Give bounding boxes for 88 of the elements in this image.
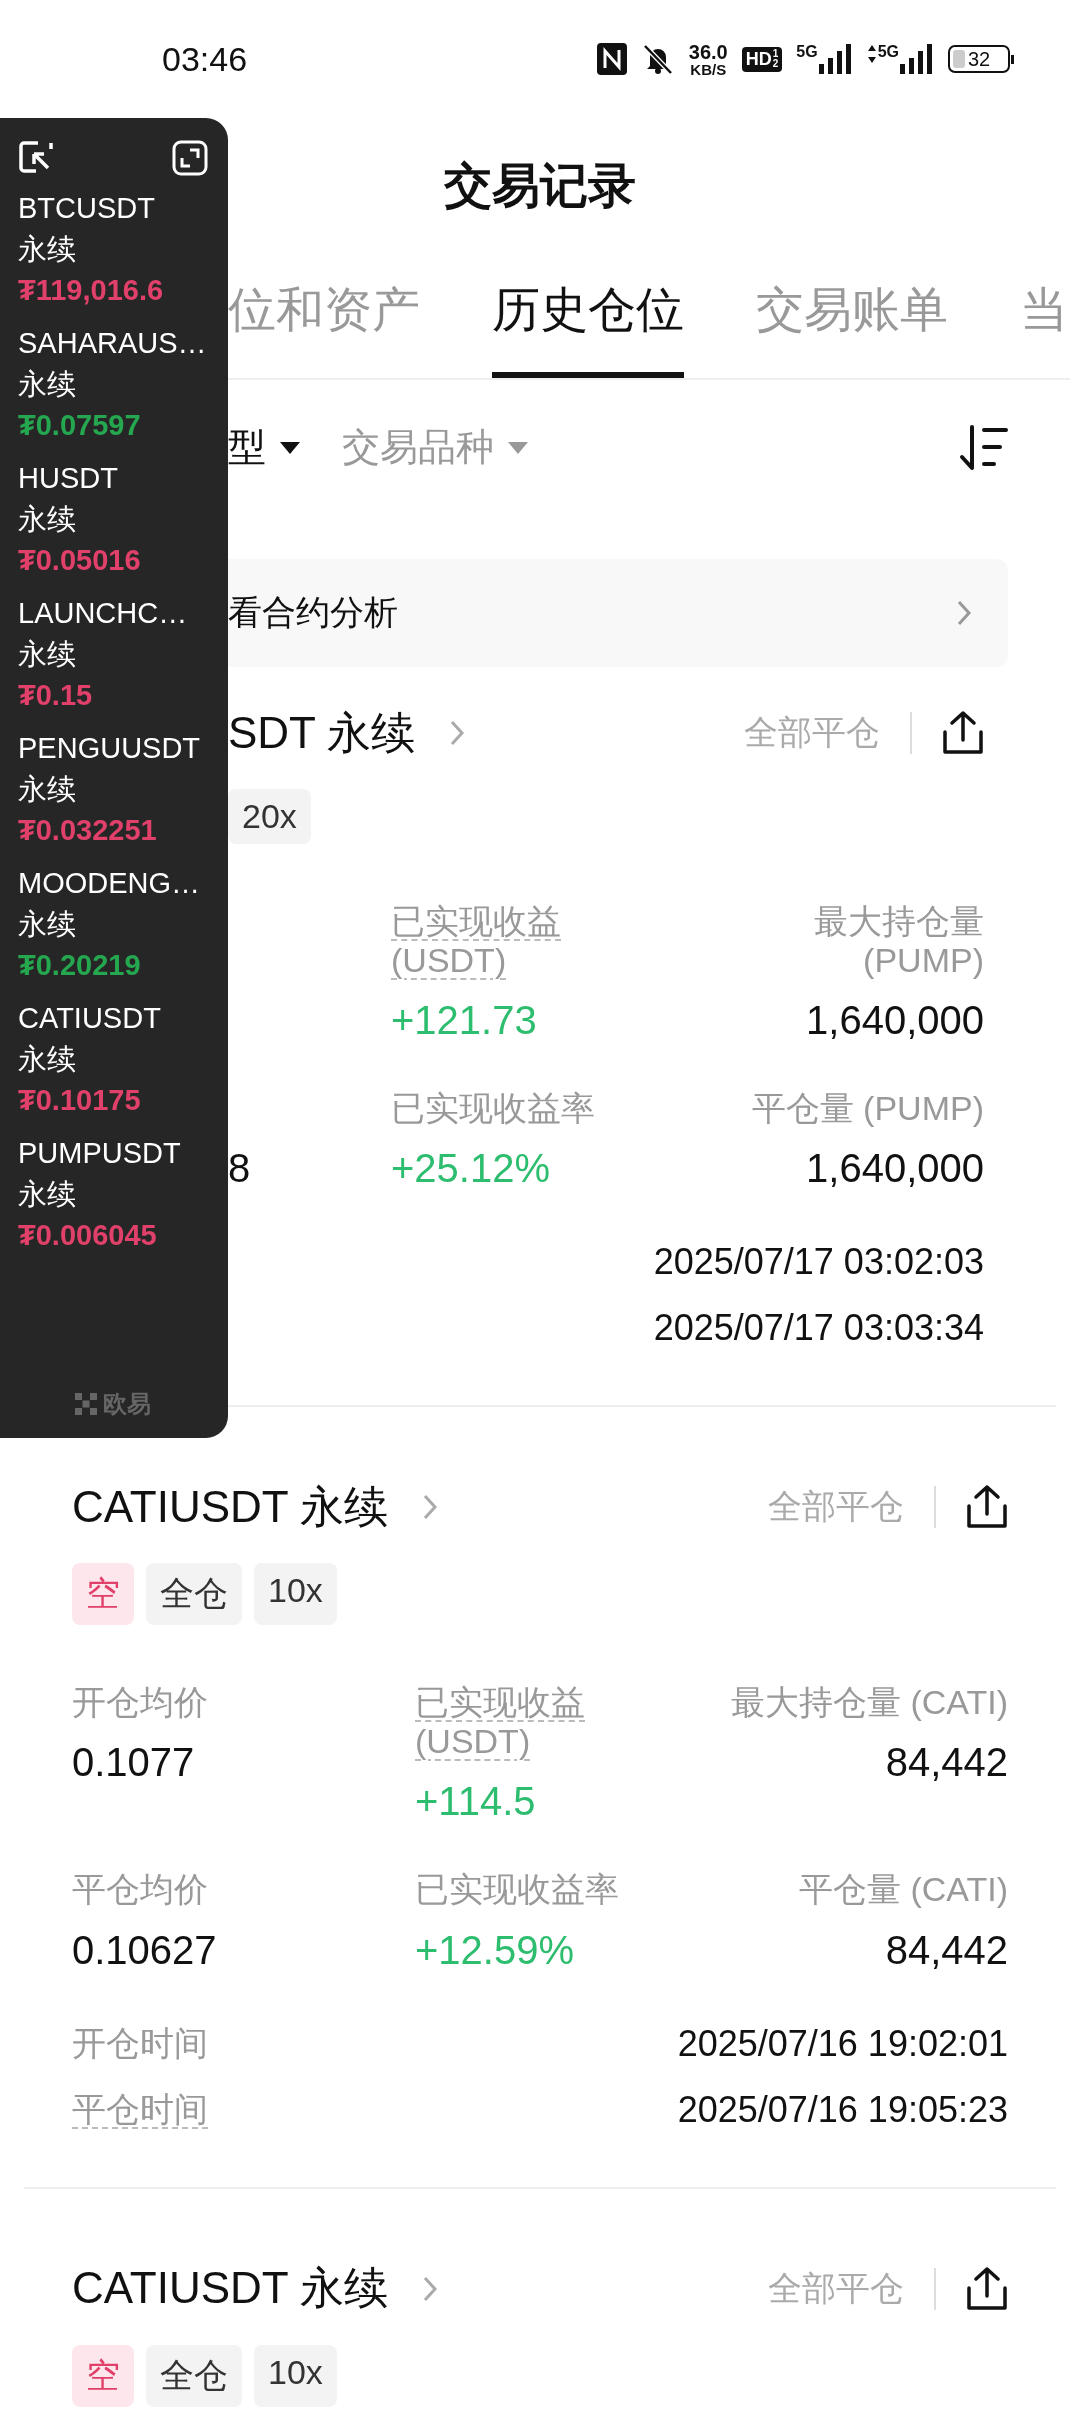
ticker-price: ₮0.10175	[18, 1083, 142, 1118]
stat-value: 84,442	[885, 1927, 1008, 1973]
stat-value: 1,640,000	[806, 998, 984, 1044]
ticker-price: ₮0.15	[18, 678, 94, 713]
stat-label: 开仓均价	[72, 1683, 209, 1723]
share-icon[interactable]	[942, 710, 984, 756]
time-value: 2025/07/16 19:02:01	[677, 2022, 1008, 2065]
tag: 空	[72, 1563, 134, 1626]
caret-icon	[508, 441, 528, 454]
tag: 10x	[254, 1563, 337, 1626]
position-title[interactable]: SDT 永续	[228, 703, 416, 763]
exit-window-icon[interactable]	[18, 140, 54, 174]
ticker-symbol[interactable]: BTCUSDT	[18, 188, 208, 229]
stat-value: +12.59%	[415, 1927, 576, 1973]
tab[interactable]: 历史仓位	[492, 278, 684, 378]
ticker-type: 永续	[18, 1042, 77, 1077]
stat-value: 0.1077	[72, 1740, 196, 1786]
sort-icon[interactable]	[958, 424, 1010, 471]
brand-name: 欧易	[103, 1389, 151, 1419]
ticker-symbol[interactable]: MOODENG…	[18, 863, 208, 904]
stat-label: 最大持仓量 (CATI)	[731, 1683, 1008, 1723]
expand-icon[interactable]	[172, 140, 208, 176]
nfc-icon	[596, 43, 627, 75]
tag: 20x	[228, 789, 311, 844]
ticker-symbol[interactable]: PENGUUSDT	[18, 728, 208, 769]
ticker-type: 永续	[18, 772, 77, 807]
stat-value: 8	[228, 1146, 252, 1192]
stat-label: 最大持仓量 (PUMP)	[813, 902, 984, 981]
ticker-symbol[interactable]: CATIUSDT	[18, 998, 208, 1039]
chevron-right-icon	[449, 719, 466, 747]
tag: 10x	[254, 2344, 337, 2407]
stat-label: 平仓量 (PUMP)	[751, 1089, 984, 1129]
time-label: 开仓时间	[72, 2024, 208, 2064]
time-value: 2025/07/17 03:02:03	[653, 1241, 984, 1284]
ticker-symbol[interactable]: SAHARAUS…	[18, 323, 208, 364]
ticker-symbol[interactable]: LAUNCHC…	[18, 593, 208, 634]
network-label: 5G	[877, 44, 899, 60]
time-value: 2025/07/16 19:05:23	[677, 2088, 1008, 2131]
ticker-price: ₮119,016.6	[18, 273, 165, 308]
caret-icon	[280, 441, 300, 454]
stat-value: +121.73	[391, 998, 538, 1044]
chevron-right-icon	[956, 599, 972, 627]
stat-label: 已实现收益率	[391, 1089, 596, 1129]
stat-value: 84,442	[885, 1740, 1008, 1786]
ticker-type: 永续	[18, 907, 77, 942]
position-title[interactable]: CATIUSDT 永续	[72, 1477, 389, 1537]
network-label: 5G	[796, 44, 818, 60]
data-arrows-icon	[866, 44, 877, 64]
ticker-price: ₮0.006045	[18, 1218, 158, 1253]
share-icon[interactable]	[966, 2265, 1008, 2312]
tag: 全仓	[146, 1563, 242, 1626]
ticker-symbol[interactable]: PUMPUSDT	[18, 1133, 208, 1174]
stat-value: 1,640,000	[806, 1146, 984, 1192]
page-title: 交易记录	[444, 158, 636, 214]
ticker-price: ₮0.20219	[18, 948, 142, 983]
position-title[interactable]: CATIUSDT 永续	[72, 2259, 389, 2319]
logo-icon	[75, 1393, 97, 1415]
stat-label: 已实现收益 (USDT)	[391, 902, 562, 981]
tag: 空	[72, 2344, 134, 2407]
ticker-type: 永续	[18, 637, 77, 672]
ticker-type: 永续	[18, 502, 77, 537]
signal-icon	[818, 44, 853, 74]
speed-value: 36.0	[688, 41, 728, 62]
stat-value: 0.10627	[72, 1927, 218, 1973]
status-time: 03:46	[162, 39, 248, 79]
ticker-price: ₮0.07597	[18, 408, 142, 443]
ticker-type: 永续	[18, 1177, 77, 1212]
time-value: 2025/07/17 03:03:34	[653, 1307, 984, 1350]
ticker-price: ₮0.05016	[18, 543, 142, 578]
analysis-banner[interactable]: 看合约分析	[228, 559, 1008, 667]
stat-label: 已实现收益 (USDT)	[415, 1683, 586, 1762]
ticker-type: 永续	[18, 232, 77, 267]
stat-label: 平仓均价	[72, 1870, 209, 1910]
signal-icon	[900, 44, 934, 74]
share-icon[interactable]	[966, 1484, 1008, 1531]
stat-label: 已实现收益率	[415, 1870, 620, 1910]
chevron-right-icon	[422, 1493, 439, 1522]
speed-unit: KB/S	[690, 61, 727, 77]
stat-value: +25.12%	[391, 1146, 552, 1192]
tag: 全仓	[146, 2344, 242, 2407]
chevron-right-icon	[422, 2274, 439, 2303]
stat-label: 平仓量 (CATI)	[799, 1870, 1008, 1910]
time-label: 平仓时间	[72, 2090, 208, 2130]
filter-dropdown[interactable]: 型	[228, 422, 300, 473]
stat-value: +114.5	[415, 1779, 537, 1825]
ticker-type: 永续	[18, 367, 77, 402]
ticker-symbol[interactable]: HUSDT	[18, 458, 208, 499]
ticker-price: ₮0.032251	[18, 813, 158, 848]
